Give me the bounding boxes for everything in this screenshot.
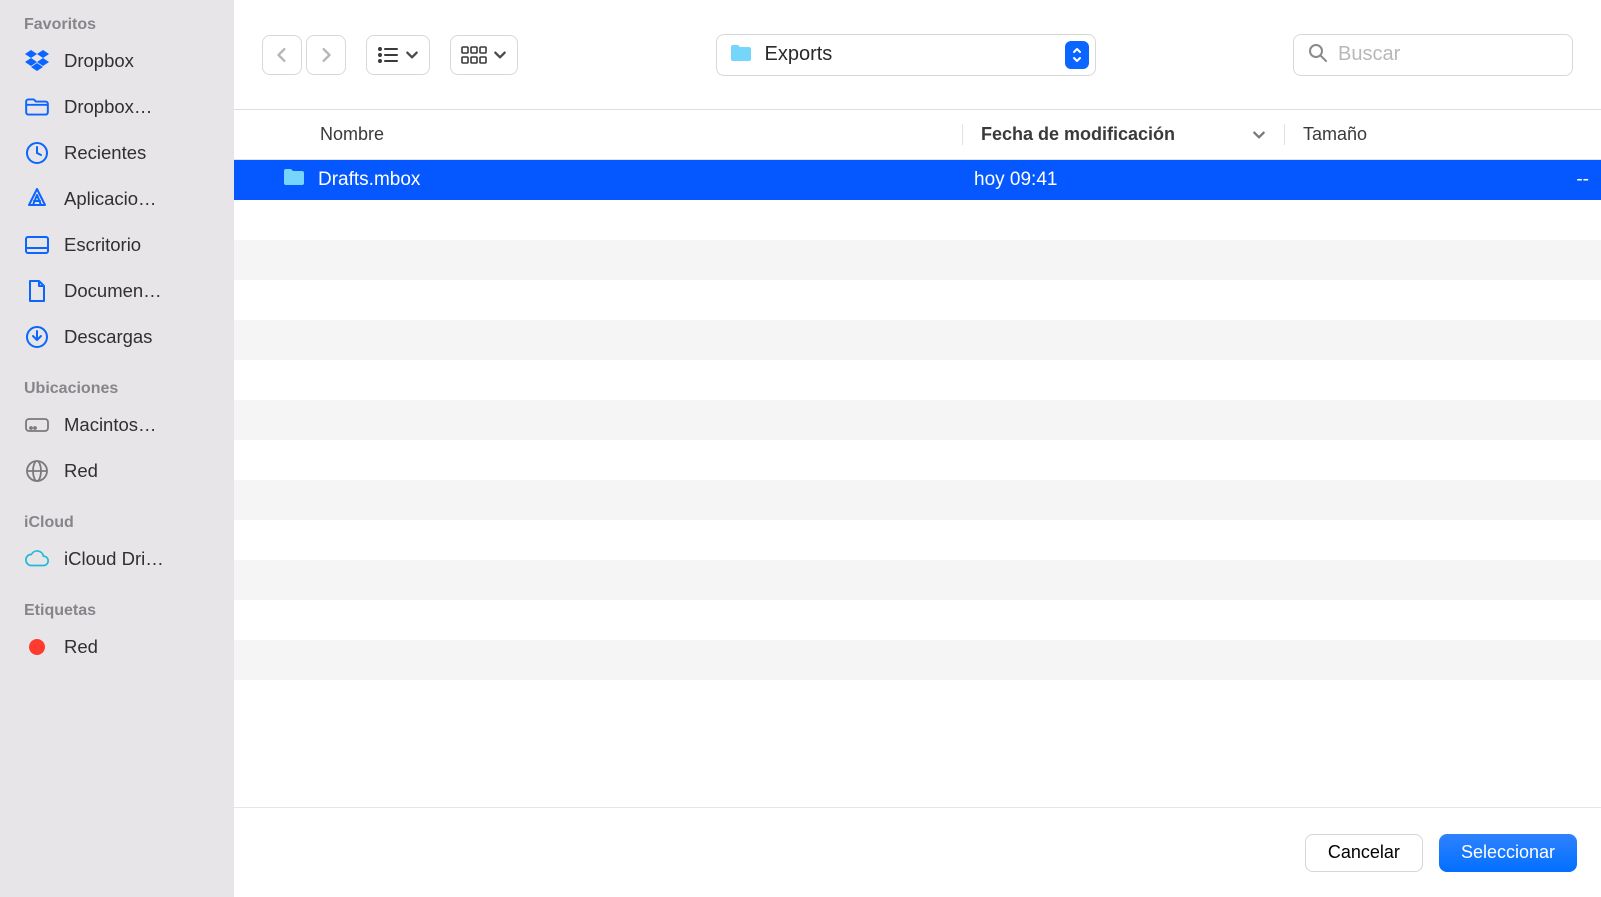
sidebar-item-red[interactable]: Red: [0, 624, 234, 670]
sidebar-section-title: iCloud: [0, 508, 234, 536]
column-headers: Nombre Fecha de modificación Tamaño: [234, 110, 1601, 160]
file-row-empty: [234, 400, 1601, 440]
column-size[interactable]: Tamaño: [1284, 124, 1601, 145]
search-field[interactable]: [1293, 34, 1573, 76]
file-name-cell: Drafts.mbox: [234, 167, 974, 193]
column-date[interactable]: Fecha de modificación: [962, 124, 1284, 145]
sidebar-item-label: Red: [64, 460, 98, 482]
search-input[interactable]: [1338, 43, 1558, 66]
view-list-button[interactable]: [366, 35, 430, 75]
tag-dot-icon: [24, 634, 50, 660]
sidebar-item-label: Dropbox: [64, 50, 134, 72]
chevron-down-icon: [1252, 128, 1266, 142]
document-icon: [24, 278, 50, 304]
toolbar: Exports: [234, 0, 1601, 110]
column-date-label: Fecha de modificación: [981, 124, 1175, 145]
sidebar-section-title: Etiquetas: [0, 596, 234, 624]
chevron-down-icon: [493, 48, 507, 62]
column-name[interactable]: Nombre: [234, 124, 962, 145]
sidebar: Favoritos Dropbox Dropbox… Recientes Aplicac…: [0, 0, 234, 897]
sidebar-item-label: Documen…: [64, 280, 162, 302]
file-date-cell: hoy 09:41: [974, 169, 1284, 191]
forward-button[interactable]: [306, 35, 346, 75]
sidebar-item-label: Escritorio: [64, 234, 141, 256]
file-row-empty: [234, 600, 1601, 640]
chevron-right-icon: [319, 48, 333, 62]
sidebar-item-label: Red: [64, 636, 98, 658]
updown-icon: [1065, 41, 1089, 69]
sidebar-section-title: Ubicaciones: [0, 374, 234, 402]
file-row-empty: [234, 240, 1601, 280]
cloud-icon: [24, 546, 50, 572]
group-button[interactable]: [450, 35, 518, 75]
folder-open-icon: [24, 94, 50, 120]
sidebar-item-descargas[interactable]: Descargas: [0, 314, 234, 360]
sidebar-item-label: Dropbox…: [64, 96, 152, 118]
sidebar-item-icloud-dri-[interactable]: iCloud Dri…: [0, 536, 234, 582]
apps-icon: [24, 186, 50, 212]
hdd-icon: [24, 412, 50, 438]
sidebar-item-label: Macintos…: [64, 414, 157, 436]
file-row-empty: [234, 200, 1601, 240]
file-size-cell: --: [1284, 169, 1601, 191]
footer: Cancelar Seleccionar: [234, 807, 1601, 897]
select-button[interactable]: Seleccionar: [1439, 834, 1577, 872]
file-row-empty: [234, 320, 1601, 360]
sidebar-section-title: Favoritos: [0, 10, 234, 38]
sidebar-item-label: iCloud Dri…: [64, 548, 164, 570]
file-row-empty: [234, 680, 1601, 720]
folder-popup[interactable]: Exports: [716, 34, 1096, 76]
clock-icon: [24, 140, 50, 166]
main-panel: Exports Nombre Fecha de modificación Tam…: [234, 0, 1601, 897]
grid-group-icon: [461, 46, 487, 64]
file-row-empty: [234, 440, 1601, 480]
file-row-empty: [234, 360, 1601, 400]
folder-icon: [282, 167, 306, 193]
file-name-label: Drafts.mbox: [318, 169, 420, 191]
file-list: Drafts.mbox hoy 09:41--: [234, 160, 1601, 807]
sidebar-item-label: Descargas: [64, 326, 152, 348]
list-view-icon: [377, 46, 399, 64]
sidebar-item-dropbox-[interactable]: Dropbox…: [0, 84, 234, 130]
sidebar-item-macintos-[interactable]: Macintos…: [0, 402, 234, 448]
sidebar-item-red[interactable]: Red: [0, 448, 234, 494]
chevron-left-icon: [275, 48, 289, 62]
chevron-down-icon: [405, 48, 419, 62]
back-button[interactable]: [262, 35, 302, 75]
nav-buttons: [262, 35, 346, 75]
cancel-button[interactable]: Cancelar: [1305, 834, 1423, 872]
search-icon: [1308, 43, 1328, 66]
file-row-empty: [234, 560, 1601, 600]
sidebar-item-documen-[interactable]: Documen…: [0, 268, 234, 314]
desktop-icon: [24, 232, 50, 258]
file-row[interactable]: Drafts.mbox hoy 09:41--: [234, 160, 1601, 200]
folder-icon: [729, 43, 753, 66]
file-row-empty: [234, 520, 1601, 560]
dropbox-icon: [24, 48, 50, 74]
sidebar-item-dropbox[interactable]: Dropbox: [0, 38, 234, 84]
sidebar-item-label: Aplicacio…: [64, 188, 157, 210]
sidebar-item-recientes[interactable]: Recientes: [0, 130, 234, 176]
sidebar-item-aplicacio-[interactable]: Aplicacio…: [0, 176, 234, 222]
file-row-empty: [234, 480, 1601, 520]
folder-popup-label: Exports: [765, 43, 1053, 66]
network-icon: [24, 458, 50, 484]
sidebar-item-label: Recientes: [64, 142, 146, 164]
file-row-empty: [234, 640, 1601, 680]
download-icon: [24, 324, 50, 350]
sidebar-item-escritorio[interactable]: Escritorio: [0, 222, 234, 268]
file-row-empty: [234, 280, 1601, 320]
